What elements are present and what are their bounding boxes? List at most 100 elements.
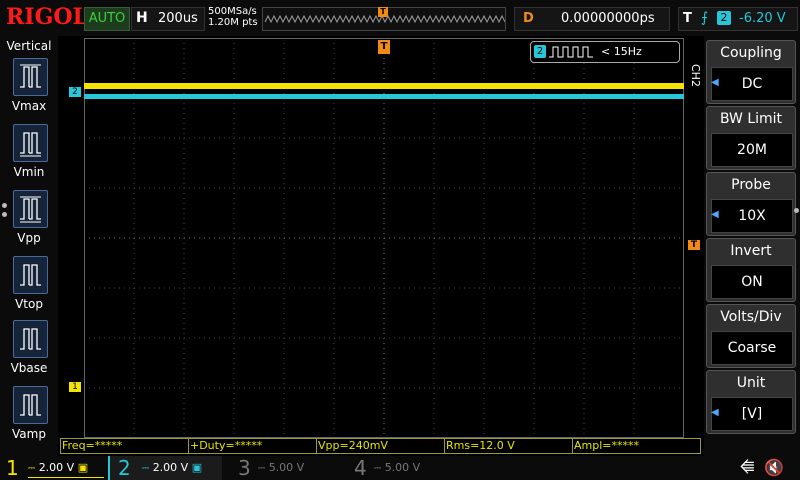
frequency-counter-badge: 2 < 15Hz [530,41,680,63]
waveform-display[interactable] [84,38,684,438]
measurement-ampl[interactable]: Ampl=***** [572,438,701,454]
vmax-label: Vmax [11,99,47,113]
page-dot-indicator [794,208,799,213]
ch1-scale: 2.00 V [38,461,75,474]
vbase-button[interactable] [13,320,48,358]
vmin-label: Vmin [13,165,45,179]
page-dot-indicator [2,212,7,217]
pulse-icon [20,328,41,350]
left-arrow-icon: ◀ [711,407,719,418]
menu-title: Vertical [6,39,52,53]
ch3-scale: 5.00 V [268,461,305,474]
trigger-letter: T [683,11,692,26]
dc-coupling-icon: ⎓ [374,464,382,474]
ch2-trace [84,94,684,99]
unit-button[interactable]: Unit [V] ◀ [706,370,796,434]
waveform-overview-bar[interactable]: T [262,7,506,31]
sample-rate: 500MSa/s [208,6,257,17]
horizontal-letter: H [136,10,148,26]
auto-button[interactable]: AUTO [84,7,130,31]
vmin-button[interactable] [13,124,48,162]
volts-div-value: Coarse [711,331,793,365]
probe-icon: ▣ [191,461,203,474]
bw-limit-button[interactable]: BW Limit 20M [706,106,796,170]
delay-value: 0.00000000ps [561,11,655,26]
top-status-bar: RIGOL AUTO H 200us 500MSa/s 1.20M pts T … [0,0,800,36]
trigger-box[interactable]: T ⨍ 2 -6.20 V [678,7,798,31]
measurement-duty[interactable]: +Duty=***** [188,438,317,454]
bw-limit-title: BW Limit [719,111,783,127]
probe-title: Probe [731,177,771,193]
invert-title: Invert [730,243,772,259]
badge-channel: 2 [534,45,546,58]
pulse-icon [20,264,41,286]
brand-logo: RIGOL [6,4,88,30]
unit-title: Unit [736,375,766,391]
vbase-label: Vbase [10,361,48,375]
trigger-level-marker[interactable]: T [688,240,700,250]
measurement-rms[interactable]: Rms=12.0 V [444,438,573,454]
dc-coupling-icon: ⎓ [258,464,266,474]
memory-depth: 1.20M pts [208,17,258,28]
vamp-button[interactable] [13,386,48,424]
bw-limit-value: 20M [711,133,793,167]
ch1-offset-marker[interactable]: 1 [69,382,81,392]
unit-value: [V] [711,397,793,431]
ch1-scale-box[interactable]: ⎓ 2.00 V ▣ [28,459,104,478]
ch4-scale: 5.00 V [384,461,421,474]
vtop-button[interactable] [13,256,48,294]
measurement-bar: Freq=***** +Duty=***** Vpp=240mV Rms=12.… [60,438,701,454]
trigger-level: -6.20 V [739,11,786,26]
delay-letter: D [523,11,534,26]
channel-status-bar: 1 ⎓ 2.00 V ▣ 2 ⎓ 2.00 V ▣ 3 ⎓ 5.00 V 4 ⎓… [0,456,800,480]
page-dot-indicator [2,203,7,208]
ch2-scale-box[interactable]: ⎓ 2.00 V ▣ [142,459,218,477]
trigger-position-marker: T [378,7,388,17]
pulse-icon [20,132,41,157]
vamp-label: Vamp [12,427,46,441]
measurement-freq[interactable]: Freq=***** [60,438,189,454]
measurement-vpp[interactable]: Vpp=240mV [316,438,445,454]
coupling-value: DC [711,67,793,101]
ch4-number[interactable]: 4 [354,456,367,480]
probe-icon: ▣ [77,461,89,474]
ch2-number[interactable]: 2 [118,456,131,480]
invert-button[interactable]: Invert ON [706,238,796,302]
ch2-offset-marker[interactable]: 2 [69,87,81,97]
volts-div-title: Volts/Div [720,309,782,325]
vmax-button[interactable] [13,58,48,96]
ch1-number[interactable]: 1 [6,456,19,480]
trigger-time-marker[interactable]: T [378,40,390,54]
ch2-scale: 2.00 V [152,461,189,474]
coupling-button[interactable]: Coupling DC ◀ [706,40,796,104]
left-arrow-icon: ◀ [711,77,719,88]
channel-menu-label: CH2 [689,64,702,87]
dc-coupling-icon: ⎓ [142,464,150,474]
usb-icon: ⭅ [740,458,755,477]
ch3-number[interactable]: 3 [238,456,251,480]
pulse-icon [20,394,41,416]
coupling-title: Coupling [720,45,782,61]
trigger-source: 2 [717,11,731,25]
ch4-scale-box[interactable]: ⎓ 5.00 V [374,459,454,477]
probe-button[interactable]: Probe 10X ◀ [706,172,796,236]
pulse-icon [20,64,41,88]
vtop-label: Vtop [15,297,43,311]
frequency-value: < 15Hz [601,45,642,58]
horizontal-timebase[interactable]: H 200us [131,7,205,31]
ch3-scale-box[interactable]: ⎓ 5.00 V [258,459,338,477]
speaker-muted-icon[interactable]: 🔇 [764,458,784,477]
square-wave-icon [549,46,593,58]
probe-value: 10X [711,199,793,233]
volts-div-button[interactable]: Volts/Div Coarse [706,304,796,368]
rising-edge-icon: ⨍ [701,10,709,26]
invert-value: ON [711,265,793,299]
ch1-trace [84,83,684,89]
vpp-label: Vpp [17,231,41,245]
dc-coupling-icon: ⎓ [28,464,36,474]
left-arrow-icon: ◀ [711,209,719,220]
timebase-value: 200us [158,11,198,26]
pulse-icon [20,196,41,223]
delay-box[interactable]: D 0.00000000ps [514,7,670,31]
vpp-button[interactable] [13,190,48,228]
